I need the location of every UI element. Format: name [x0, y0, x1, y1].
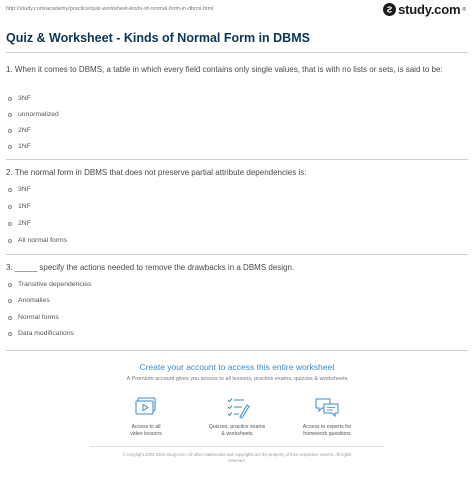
question-3-text: 3. _____ specify the actions needed to r… [6, 263, 295, 272]
experts-chat-icon [315, 398, 339, 418]
question-2-option-2[interactable]: 1NF [8, 203, 31, 210]
copyright-footer: © copyright 2003-2020 Study.com. All oth… [0, 452, 474, 464]
option-label: 1NF [18, 143, 31, 150]
question-2-option-1[interactable]: 3NF [8, 186, 31, 193]
question-2-text: 2. The normal form in DBMS that does not… [6, 168, 307, 177]
question-2-option-4[interactable]: All normal forms [8, 237, 67, 244]
radio-icon[interactable] [8, 221, 12, 226]
feature-line: Quizzes, practice exams [208, 424, 266, 430]
option-label: 3NF [18, 186, 31, 193]
feature-line: Access to all [131, 424, 161, 430]
feature-quizzes: Quizzes, practice exams & worksheets [197, 396, 277, 438]
question-2-option-3[interactable]: 2NF [8, 220, 31, 227]
radio-icon[interactable] [8, 204, 12, 209]
question-1-option-3[interactable]: 2NF [8, 127, 31, 134]
radio-icon[interactable] [8, 282, 12, 287]
video-lessons-icon [135, 397, 156, 415]
radio-icon[interactable] [8, 331, 12, 336]
radio-icon[interactable] [8, 238, 12, 243]
title-divider [6, 52, 468, 53]
option-label: 1NF [18, 203, 31, 210]
radio-icon[interactable] [8, 128, 12, 133]
feature-experts: Access to experts for homework questions [287, 396, 367, 438]
feature-line: homework questions [303, 431, 351, 437]
page-url[interactable]: http://study.com/academy/practice/quiz-w… [6, 6, 213, 12]
create-account-link[interactable]: Create your account to access this entir… [0, 362, 474, 372]
study-logo-text: study.com [398, 2, 461, 17]
option-label: All normal forms [18, 237, 68, 244]
radio-icon[interactable] [8, 96, 12, 101]
footer-divider [90, 446, 384, 447]
question-1-option-1[interactable]: 3NF [8, 95, 31, 102]
premium-description: A Premium account gives you access to al… [126, 376, 348, 382]
feature-text: Access to all video lessons [106, 424, 186, 438]
radio-icon[interactable] [8, 112, 12, 117]
page-header: http://study.com/academy/practice/quiz-w… [0, 0, 474, 22]
option-label: Data modifications [18, 330, 74, 337]
question-3-option-4[interactable]: Data modifications [8, 330, 74, 337]
option-label: 2NF [18, 220, 31, 227]
feature-line: video lessons [130, 431, 162, 437]
radio-icon[interactable] [8, 315, 12, 320]
page-title: Quiz & Worksheet - Kinds of Normal Form … [6, 31, 310, 45]
radio-icon[interactable] [8, 187, 12, 192]
copyright-line: reserved. [228, 458, 246, 463]
study-logo-icon [383, 3, 397, 16]
question-3-option-1[interactable]: Transitive dependencies [8, 281, 91, 288]
option-label: unnormalized [18, 111, 59, 118]
section-divider [6, 350, 468, 351]
feature-line: Access to experts for [302, 424, 352, 430]
feature-line: & worksheets [221, 431, 253, 437]
question-1-text: 1. When it comes to DBMS, a table in whi… [6, 65, 443, 74]
option-label: 2NF [18, 127, 31, 134]
question-1-option-2[interactable]: unnormalized [8, 111, 59, 118]
study-logo[interactable]: study.com ® [383, 2, 466, 17]
question-3-option-2[interactable]: Anomalies [8, 297, 50, 304]
feature-text: Access to experts for homework questions [287, 424, 367, 438]
question-divider [6, 159, 468, 160]
feature-video-lessons: Access to all video lessons [106, 396, 186, 438]
logo-trademark: ® [462, 6, 466, 13]
option-label: 3NF [18, 95, 31, 102]
quizzes-checklist-icon [227, 398, 250, 419]
question-divider [6, 254, 468, 255]
question-1-option-4[interactable]: 1NF [8, 143, 31, 150]
radio-icon[interactable] [8, 144, 12, 149]
question-3-option-3[interactable]: Normal forms [8, 314, 59, 321]
option-label: Normal forms [18, 314, 59, 321]
option-label: Anomalies [18, 297, 50, 304]
radio-icon[interactable] [8, 298, 12, 303]
option-label: Transitive dependencies [18, 281, 92, 288]
feature-text: Quizzes, practice exams & worksheets [197, 424, 277, 438]
